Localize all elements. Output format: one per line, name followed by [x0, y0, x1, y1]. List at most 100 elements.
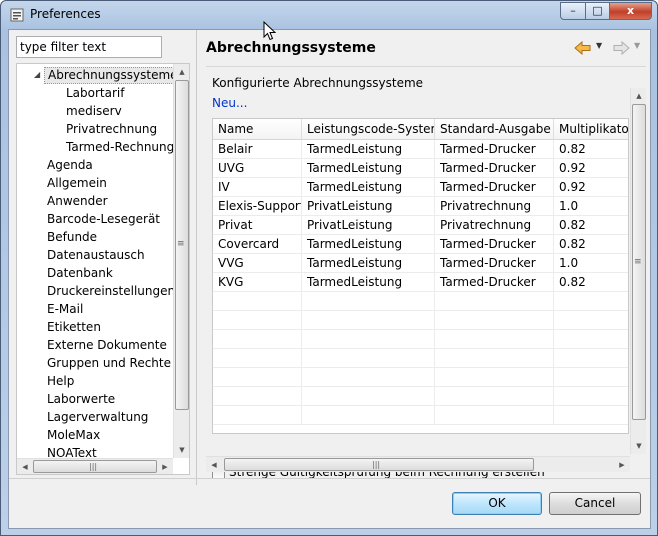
table-cell: 0.82 [554, 273, 628, 292]
column-header[interactable]: Leistungscode-System [302, 119, 435, 140]
filter-input[interactable] [16, 36, 162, 58]
new-billing-system-link[interactable]: Neu... [212, 96, 247, 110]
expanded-arrow-icon[interactable]: ◢ [34, 70, 44, 80]
tree-item[interactable]: Gruppen und Rechte [44, 355, 174, 372]
table-cell: PrivatLeistung [302, 216, 435, 235]
table-row[interactable]: UVG TarmedLeistung Tarmed-Drucker 0.92 [213, 159, 628, 178]
table-cell [435, 406, 554, 425]
table-cell [435, 330, 554, 349]
table-cell: Tarmed-Drucker [435, 140, 554, 159]
table-cell [302, 311, 435, 330]
tree-item[interactable]: Lagerverwaltung [44, 409, 151, 426]
table-cell [435, 368, 554, 387]
preferences-app-icon [10, 8, 24, 22]
back-arrow-icon[interactable] [574, 40, 592, 56]
table-cell: TarmedLeistung [302, 178, 435, 197]
scroll-left-icon[interactable]: ◀ [17, 459, 33, 474]
scroll-down-icon[interactable]: ▼ [631, 438, 647, 454]
table-cell: 0.92 [554, 159, 628, 178]
table-cell: 1.0 [554, 254, 628, 273]
table-cell: VVG [213, 254, 302, 273]
cancel-button[interactable]: Cancel [549, 492, 641, 515]
tree-item[interactable]: Befunde [44, 229, 100, 246]
table-row [213, 311, 628, 330]
tree-item[interactable]: Abrechnungssysteme [44, 67, 182, 84]
tree-horizontal-scrollbar[interactable]: ◀ ||| ▶ [17, 458, 173, 474]
tree-item[interactable]: Agenda [44, 157, 96, 174]
tree-item[interactable]: Tarmed-Rechnungen [63, 139, 189, 156]
tree-item[interactable]: Labortarif [63, 85, 127, 102]
table-cell [302, 349, 435, 368]
panel-divider[interactable] [196, 30, 197, 485]
maximize-button[interactable]: □ [585, 2, 610, 20]
tree-item[interactable]: Allgemein [44, 175, 110, 192]
tree-item[interactable]: Externe Dokumente [44, 337, 170, 354]
window-title: Preferences [30, 7, 101, 21]
tree-item[interactable]: Datenaustausch [44, 247, 148, 264]
table-cell: 0.82 [554, 140, 628, 159]
table-cell [213, 368, 302, 387]
scroll-left-icon[interactable]: ◀ [206, 457, 222, 473]
column-header[interactable]: Multiplikator [554, 119, 628, 140]
forward-arrow-icon[interactable] [612, 40, 630, 56]
tree-item[interactable]: Help [44, 373, 77, 390]
table-cell: 0.82 [554, 235, 628, 254]
grip-icon: ||| [89, 462, 98, 471]
table-cell [554, 349, 628, 368]
table-row[interactable]: Privat PrivatLeistung Privatrechnung 0.82 [213, 216, 628, 235]
table-cell [213, 387, 302, 406]
minimize-button[interactable]: – [560, 2, 586, 20]
ok-button[interactable]: OK [452, 492, 542, 515]
table-cell [554, 311, 628, 330]
table-cell [302, 387, 435, 406]
table-cell: 1.0 [554, 197, 628, 216]
forward-history-dropdown-icon[interactable]: ▼ [634, 41, 640, 50]
table-cell: 0.82 [554, 216, 628, 235]
table-cell: KVG [213, 273, 302, 292]
table-row [213, 368, 628, 387]
tree-item[interactable]: Barcode-Lesegerät [44, 211, 163, 228]
table-cell [435, 387, 554, 406]
table-cell: IV [213, 178, 302, 197]
tree-item[interactable]: Laborwerte [44, 391, 118, 408]
tree-item[interactable]: Etiketten [44, 319, 104, 336]
table-row[interactable]: Elexis-Support PrivatLeistung Privatrechnu… [213, 197, 628, 216]
table-cell [435, 349, 554, 368]
table-row [213, 330, 628, 349]
table-cell: Elexis-Support [213, 197, 302, 216]
content-horizontal-scrollbar[interactable]: ◀ ||| ▶ [206, 456, 630, 472]
tree-item[interactable]: E-Mail [44, 301, 86, 318]
table-row[interactable]: Covercard TarmedLeistung Tarmed-Drucker 0.8… [213, 235, 628, 254]
table-row[interactable]: IV TarmedLeistung Tarmed-Drucker 0.92 [213, 178, 628, 197]
table-row[interactable]: KVG TarmedLeistung Tarmed-Drucker 0.82 [213, 273, 628, 292]
scroll-down-icon[interactable]: ▼ [174, 442, 189, 458]
grip-icon: ≡ [177, 239, 185, 249]
back-history-dropdown-icon[interactable]: ▼ [596, 41, 602, 50]
tree-item[interactable]: mediserv [63, 103, 125, 120]
scroll-right-icon[interactable]: ▶ [614, 457, 630, 473]
table-cell: Privat [213, 216, 302, 235]
column-header[interactable]: Name [213, 119, 302, 140]
table-cell: PrivatLeistung [302, 197, 435, 216]
scroll-up-icon[interactable]: ▲ [174, 64, 189, 80]
table-cell: Privatrechnung [435, 197, 554, 216]
content-vertical-scrollbar[interactable]: ▲ ≡ ▼ [630, 88, 646, 454]
table-cell: TarmedLeistung [302, 140, 435, 159]
column-header[interactable]: Standard-Ausgabe [435, 119, 554, 140]
table-row[interactable]: VVG TarmedLeistung Tarmed-Drucker 1.0 [213, 254, 628, 273]
tree-vertical-scrollbar[interactable]: ▲ ≡ ▼ [173, 64, 189, 458]
tree-item[interactable]: Anwender [44, 193, 111, 210]
tree-item[interactable]: MoleMax [44, 427, 103, 444]
scroll-up-icon[interactable]: ▲ [631, 88, 647, 104]
table-row[interactable]: Belair TarmedLeistung Tarmed-Drucker 0.82 [213, 140, 628, 159]
tree-item[interactable]: Druckereinstellungen [44, 283, 178, 300]
close-button[interactable]: x [609, 2, 652, 20]
tree-item[interactable]: Privatrechnung [63, 121, 160, 138]
tree-item[interactable]: Datenbank [44, 265, 116, 282]
table-cell: Tarmed-Drucker [435, 159, 554, 178]
table-cell: UVG [213, 159, 302, 178]
table-cell: Tarmed-Drucker [435, 273, 554, 292]
scroll-right-icon[interactable]: ▶ [157, 459, 173, 474]
title-bar[interactable]: Preferences – □ x [1, 1, 657, 29]
page-title: Abrechnungssysteme [206, 40, 376, 56]
